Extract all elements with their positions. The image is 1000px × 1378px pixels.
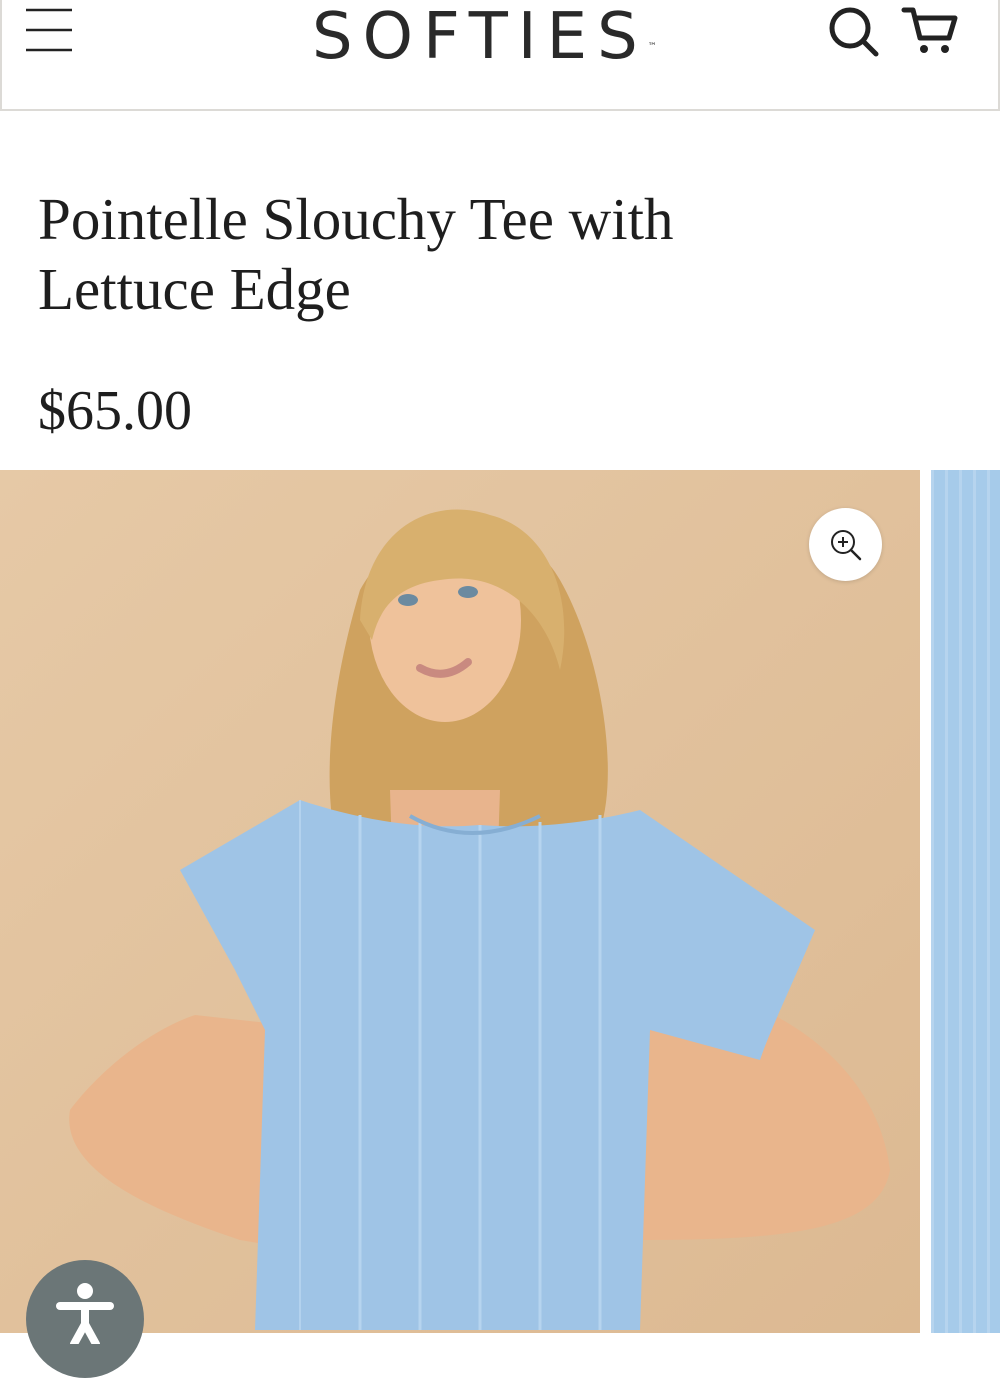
- accessibility-icon: [56, 1283, 114, 1344]
- product-image-gallery[interactable]: [0, 470, 1000, 1333]
- hamburger-menu-icon: [26, 8, 72, 52]
- site-logo[interactable]: SOFTIES™: [312, 0, 692, 74]
- accessibility-button[interactable]: [26, 1260, 144, 1378]
- zoom-button[interactable]: [809, 508, 882, 581]
- menu-button[interactable]: [22, 4, 76, 54]
- product-image-main[interactable]: [0, 470, 920, 1333]
- site-header: SOFTIES™: [0, 0, 1000, 111]
- zoom-in-icon: [831, 530, 862, 561]
- cart-icon: [901, 7, 958, 53]
- logo-text: SOFTIES: [312, 0, 648, 74]
- product-title: Pointelle Slouchy Tee with Lettuce Edge: [38, 186, 674, 322]
- search-button[interactable]: [824, 2, 884, 58]
- product-price: $65.00: [38, 380, 192, 442]
- product-image-next[interactable]: [931, 470, 1000, 1333]
- cart-button[interactable]: [900, 2, 962, 58]
- product-photo-model: [0, 470, 920, 1333]
- logo-trademark: ™: [647, 42, 657, 52]
- search-icon: [829, 7, 879, 57]
